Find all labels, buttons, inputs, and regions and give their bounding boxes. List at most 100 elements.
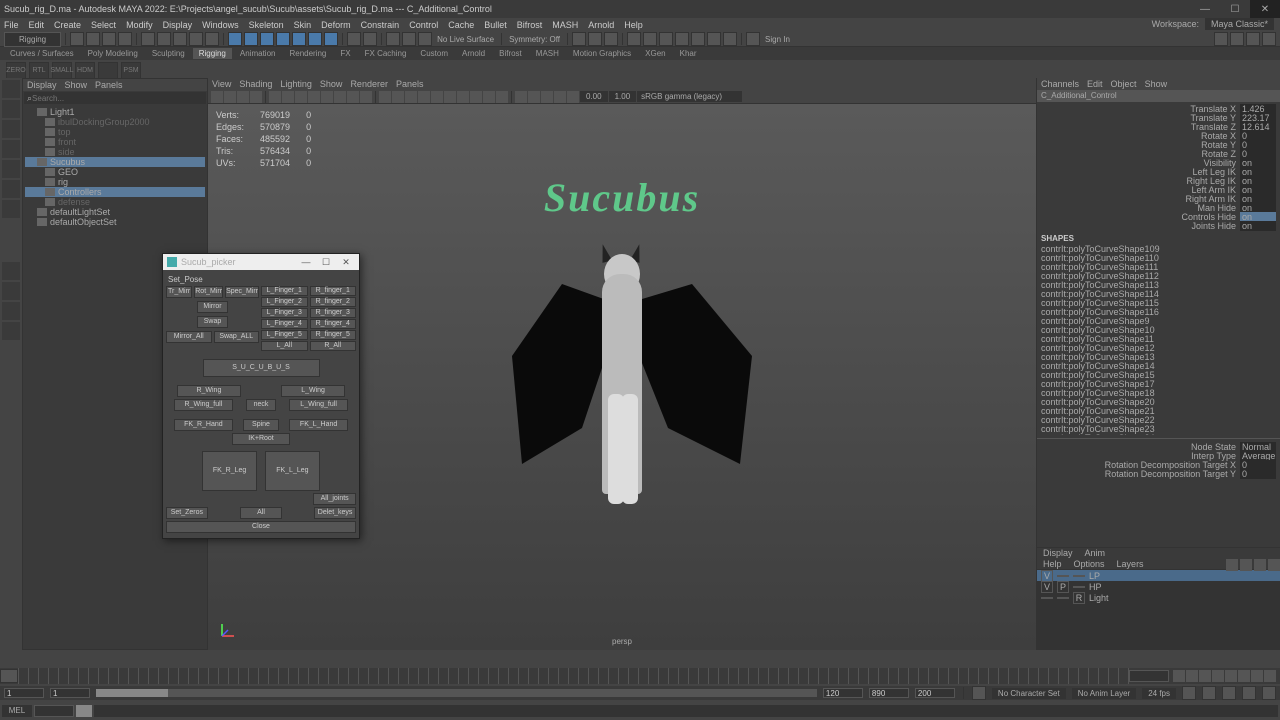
range-start-input[interactable] bbox=[4, 688, 44, 698]
swap-button[interactable]: Swap bbox=[197, 316, 228, 328]
tool-icon[interactable] bbox=[723, 32, 737, 46]
tool-icon[interactable] bbox=[604, 32, 618, 46]
outliner-item[interactable]: defaultLightSet bbox=[25, 207, 205, 217]
snap-icon[interactable] bbox=[260, 32, 274, 46]
tool-icon[interactable] bbox=[141, 32, 155, 46]
outliner-item[interactable]: Light1 bbox=[25, 107, 205, 117]
shelf-button[interactable]: HDM bbox=[75, 62, 95, 80]
tool-icon[interactable] bbox=[173, 32, 187, 46]
tool-icon[interactable] bbox=[189, 32, 203, 46]
vp-tool-icon[interactable] bbox=[431, 91, 443, 103]
channel-tab[interactable]: Channels bbox=[1041, 79, 1079, 89]
snap-icon[interactable] bbox=[292, 32, 306, 46]
fps-dropdown[interactable]: 24 fps bbox=[1142, 688, 1176, 699]
shelf-tab[interactable]: Custom bbox=[414, 48, 454, 59]
vp-tool-icon[interactable] bbox=[295, 91, 307, 103]
range-icon[interactable] bbox=[1242, 686, 1256, 700]
menu-bifrost[interactable]: Bifrost bbox=[517, 20, 543, 30]
sucubus-button[interactable]: S_U_C_U_B_U_S bbox=[203, 359, 320, 377]
snap-icon[interactable] bbox=[308, 32, 322, 46]
tool-icon[interactable] bbox=[86, 32, 100, 46]
go-start-button[interactable] bbox=[1173, 670, 1185, 682]
timeline-track[interactable] bbox=[18, 668, 1129, 684]
signin-button[interactable]: Sign In bbox=[762, 35, 793, 44]
vp-tool-icon[interactable] bbox=[282, 91, 294, 103]
layer-icon[interactable] bbox=[1254, 559, 1266, 571]
tool-icon[interactable] bbox=[418, 32, 432, 46]
layout-icon[interactable] bbox=[2, 322, 20, 340]
tool-icon[interactable] bbox=[2, 180, 20, 198]
finger-button[interactable]: L_Finger_2 bbox=[261, 297, 308, 307]
snap-icon[interactable] bbox=[244, 32, 258, 46]
shelf-tab[interactable]: Khar bbox=[674, 48, 703, 59]
range-inner-start-input[interactable] bbox=[50, 688, 90, 698]
all-joints-button[interactable]: All_joints bbox=[313, 493, 356, 505]
tool-icon[interactable] bbox=[205, 32, 219, 46]
vp-tool-icon[interactable] bbox=[444, 91, 456, 103]
snap-icon[interactable] bbox=[276, 32, 290, 46]
range-icon[interactable] bbox=[1262, 686, 1276, 700]
vp-tool-icon[interactable] bbox=[515, 91, 527, 103]
vp-menu[interactable]: Panels bbox=[396, 79, 424, 89]
menu-create[interactable]: Create bbox=[54, 20, 81, 30]
shelf-tab[interactable]: Rigging bbox=[193, 48, 232, 59]
vp-tool-icon[interactable] bbox=[237, 91, 249, 103]
menu-edit[interactable]: Edit bbox=[29, 20, 45, 30]
outliner-item[interactable]: rig bbox=[25, 177, 205, 187]
menu-windows[interactable]: Windows bbox=[202, 20, 239, 30]
timeline-icon[interactable] bbox=[0, 669, 18, 683]
menu-bullet[interactable]: Bullet bbox=[484, 20, 507, 30]
vp-value[interactable]: 0.00 bbox=[580, 91, 608, 102]
tr-mirr-button[interactable]: Tr_Mirr bbox=[166, 286, 192, 298]
shelf-tab[interactable]: Sculpting bbox=[146, 48, 191, 59]
snap-icon[interactable] bbox=[228, 32, 242, 46]
picker-max-button[interactable]: ☐ bbox=[317, 256, 335, 268]
tool-icon[interactable] bbox=[588, 32, 602, 46]
shelf-tab[interactable]: Curves / Surfaces bbox=[4, 48, 80, 59]
vp-tool-icon[interactable] bbox=[528, 91, 540, 103]
layer-tab[interactable]: Display bbox=[1037, 548, 1079, 559]
all-button[interactable]: All bbox=[240, 507, 282, 519]
panel-icon[interactable] bbox=[1230, 32, 1244, 46]
fk-r-hand-button[interactable]: FK_R_Hand bbox=[174, 419, 233, 431]
shelf-tab[interactable]: MASH bbox=[530, 48, 565, 59]
shelf-tab[interactable]: Arnold bbox=[456, 48, 491, 59]
range-icon[interactable] bbox=[972, 686, 986, 700]
snap-icon[interactable] bbox=[324, 32, 338, 46]
go-end-button[interactable] bbox=[1264, 670, 1276, 682]
shelf-tab[interactable]: Bifrost bbox=[493, 48, 528, 59]
outliner-search-input[interactable] bbox=[32, 94, 203, 103]
shelf-button[interactable]: RTL bbox=[29, 62, 49, 80]
channel-tab[interactable]: Show bbox=[1145, 79, 1168, 89]
layer-icon[interactable] bbox=[1240, 559, 1252, 571]
vp-tool-icon[interactable] bbox=[496, 91, 508, 103]
range-slider[interactable] bbox=[96, 689, 817, 697]
tool-icon[interactable] bbox=[118, 32, 132, 46]
outliner-menu[interactable]: Panels bbox=[95, 80, 123, 90]
current-frame-input[interactable] bbox=[1129, 670, 1169, 682]
shelf-button[interactable]: PSM bbox=[121, 62, 141, 80]
panel-icon[interactable] bbox=[1214, 32, 1228, 46]
close-picker-button[interactable]: Close bbox=[166, 521, 356, 533]
outliner-item[interactable]: ibulDockingGroup2000 bbox=[25, 117, 205, 127]
shelf-button[interactable] bbox=[98, 62, 118, 80]
layer-row[interactable]: VLP bbox=[1037, 570, 1280, 581]
finger-button[interactable]: L_Finger_5 bbox=[261, 330, 308, 340]
shelf-tab[interactable]: Poly Modeling bbox=[82, 48, 144, 59]
finger-button[interactable]: R_finger_1 bbox=[310, 286, 357, 296]
lasso-tool-icon[interactable] bbox=[2, 100, 20, 118]
prev-frame-button[interactable] bbox=[1199, 670, 1211, 682]
vp-tool-icon[interactable] bbox=[457, 91, 469, 103]
tool-icon[interactable] bbox=[627, 32, 641, 46]
vp-menu[interactable]: View bbox=[212, 79, 231, 89]
vp-menu[interactable]: Lighting bbox=[280, 79, 312, 89]
charset-dropdown[interactable]: No Character Set bbox=[992, 688, 1066, 699]
outliner-item[interactable]: top bbox=[25, 127, 205, 137]
range-icon[interactable] bbox=[1202, 686, 1216, 700]
rot-mirr-button[interactable]: Rot_Mirr bbox=[194, 286, 223, 298]
select-tool-icon[interactable] bbox=[2, 80, 20, 98]
signin-icon[interactable] bbox=[746, 32, 760, 46]
cmd-input[interactable] bbox=[34, 705, 74, 717]
prev-key-button[interactable] bbox=[1186, 670, 1198, 682]
vp-tool-icon[interactable] bbox=[483, 91, 495, 103]
